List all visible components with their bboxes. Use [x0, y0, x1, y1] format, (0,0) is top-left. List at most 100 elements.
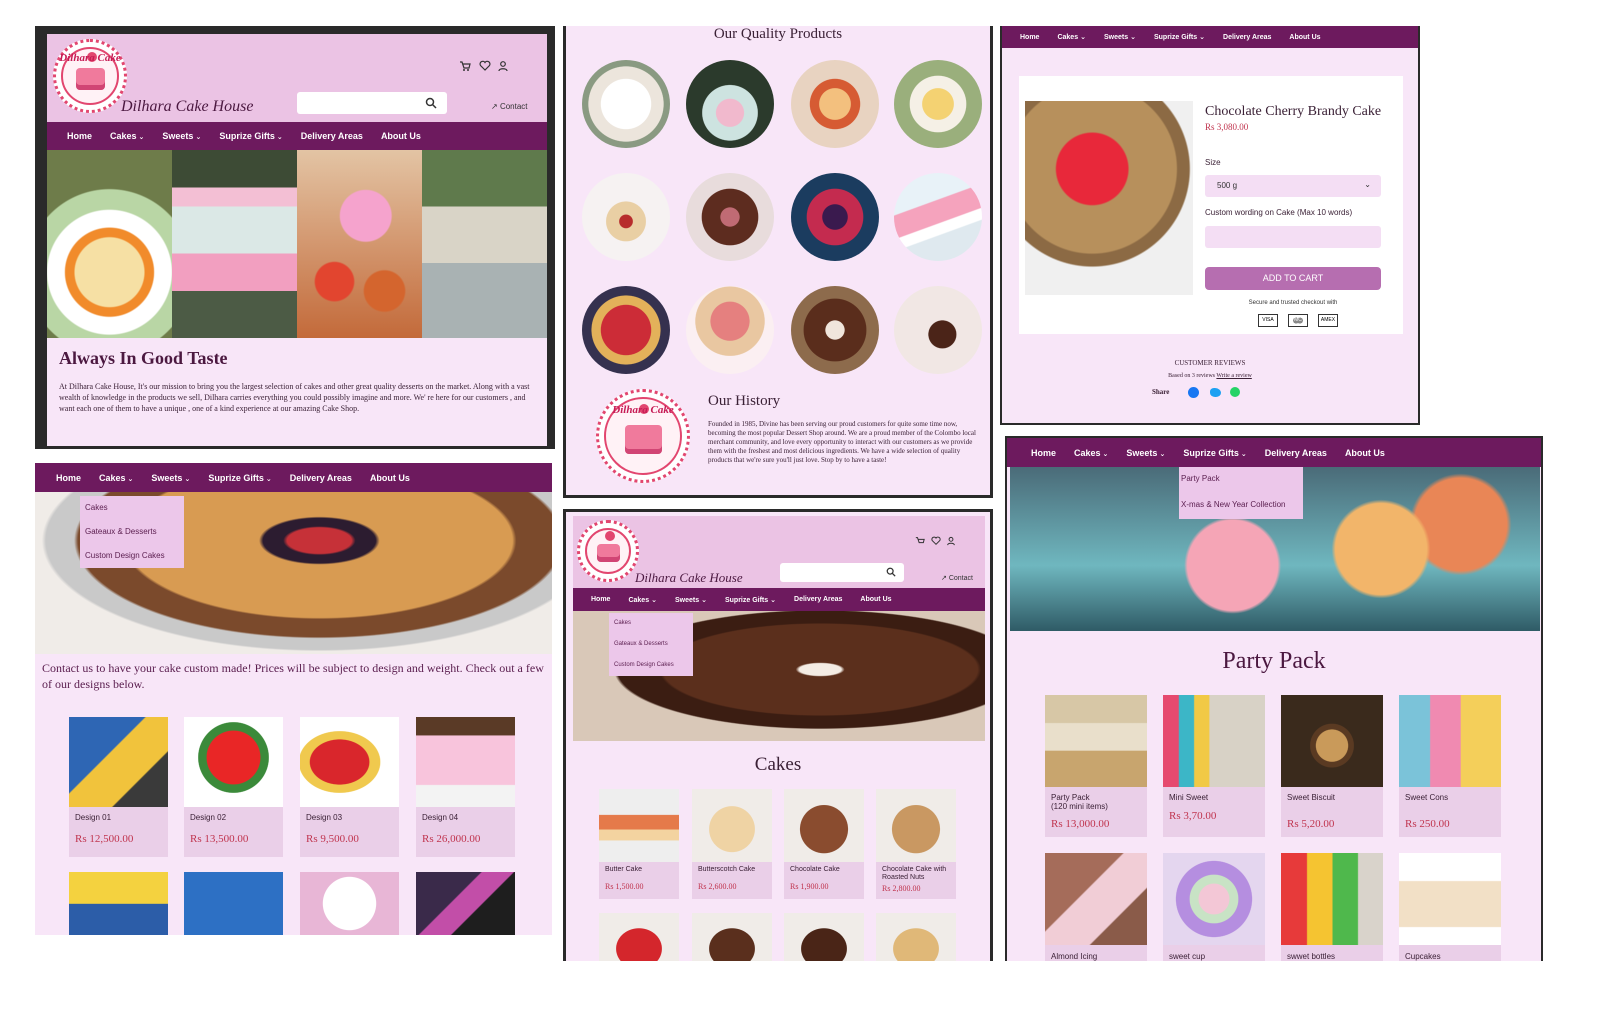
cart-icon[interactable]: [459, 60, 471, 72]
nav-item-about-us[interactable]: About Us: [370, 473, 410, 483]
nav-item-home[interactable]: Home: [56, 473, 81, 483]
hero-photo-teddy-cake: [172, 150, 297, 338]
dropdown-item-custom[interactable]: Custom Design Cakes: [80, 544, 184, 568]
nav-item-delivery-areas[interactable]: Delivery Areas: [290, 473, 352, 483]
heart-icon[interactable]: [931, 536, 941, 546]
search-icon[interactable]: [886, 567, 896, 577]
product-circle-12[interactable]: [894, 286, 982, 374]
nav-item-sweets[interactable]: Sweets ⌄: [1104, 33, 1136, 41]
nav-item-home[interactable]: Home: [1031, 448, 1056, 458]
nav-item-suprize-gifts[interactable]: Suprize Gifts ⌄: [208, 473, 271, 483]
nav-item-sweets[interactable]: Sweets ⌄: [162, 131, 201, 141]
whatsapp-icon[interactable]: [1230, 387, 1240, 397]
nav-item-sweets[interactable]: Sweets ⌄: [675, 596, 707, 604]
party-card-5[interactable]: Almond Icing: [1045, 853, 1147, 961]
search-input[interactable]: [297, 92, 447, 114]
party-card-8[interactable]: Cupcakes: [1399, 853, 1501, 961]
nav-item-suprize-gifts[interactable]: Suprize Gifts ⌄: [725, 596, 776, 604]
cake-card-2[interactable]: Butterscotch Cake Rs 2,600.00: [692, 789, 772, 899]
dropdown-item-gateaux[interactable]: Gateaux & Desserts: [609, 634, 693, 655]
cart-icon[interactable]: [915, 536, 925, 546]
product-circle-2[interactable]: [686, 60, 774, 148]
cake-card-1[interactable]: Butter Cake Rs 1,500.00: [599, 789, 679, 899]
contact-link[interactable]: ↗ Contact: [491, 102, 528, 111]
sweets-dropdown-menu: Party Pack X-mas & New Year Collection: [1179, 467, 1303, 519]
nav-item-cakes[interactable]: Cakes ⌄: [1057, 33, 1086, 41]
product-page-panel: Home Cakes ⌄ Sweets ⌄ Suprize Gifts ⌄ Delivery …: [1000, 26, 1420, 425]
product-circle-11[interactable]: [791, 286, 879, 374]
quality-page-panel: Our Quality Products Dilhara Cake Our Hi…: [563, 26, 993, 498]
nav-item-delivery-areas[interactable]: Delivery Areas: [794, 596, 842, 603]
product-circle-4[interactable]: [894, 60, 982, 148]
nav-item-cakes[interactable]: Cakes ⌄: [1074, 448, 1108, 458]
nav-item-home[interactable]: Home: [1020, 34, 1039, 41]
nav-item-home[interactable]: Home: [67, 131, 92, 141]
party-image-3: [1281, 695, 1383, 787]
party-card-4[interactable]: Sweet Cons Rs 250.00: [1399, 695, 1501, 837]
party-card-6[interactable]: sweet cup: [1163, 853, 1265, 961]
product-circle-3[interactable]: [791, 60, 879, 148]
product-circle-10[interactable]: [686, 286, 774, 374]
dropdown-item-cakes[interactable]: Cakes: [609, 613, 693, 634]
home-content: Always In Good Taste At Dilhara Cake Hou…: [47, 338, 547, 446]
user-icon[interactable]: [497, 60, 509, 72]
nav-item-about-us[interactable]: About Us: [381, 131, 421, 141]
nav-item-delivery-areas[interactable]: Delivery Areas: [1223, 34, 1271, 41]
cake-card-4[interactable]: Chocolate Cake with Roasted Nuts Rs 2,80…: [876, 789, 956, 899]
product-circle-7[interactable]: [791, 173, 879, 261]
party-card-1[interactable]: Party Pack (120 mini items) Rs 13,000.00: [1045, 695, 1147, 837]
wording-input[interactable]: [1205, 226, 1381, 248]
nav-item-sweets[interactable]: Sweets ⌄: [1126, 448, 1165, 458]
party-page-panel: Home Cakes ⌄ Sweets ⌄ Suprize Gifts ⌄ Delivery …: [1005, 436, 1543, 961]
reviews-summary: Based on 3 reviews Write a review: [1168, 373, 1252, 379]
nav-item-delivery-areas[interactable]: Delivery Areas: [1265, 448, 1327, 458]
design-card-2[interactable]: Design 02 Rs 13,500.00: [184, 717, 283, 857]
brand-logo[interactable]: Dilhara Cake: [53, 39, 127, 113]
product-circle-1[interactable]: [582, 60, 670, 148]
party-image-4: [1399, 695, 1501, 787]
dropdown-item-gateaux[interactable]: Gateaux & Desserts: [80, 520, 184, 544]
nav-item-cakes[interactable]: Cakes ⌄: [110, 131, 144, 141]
dropdown-item-cakes[interactable]: Cakes: [80, 496, 184, 520]
size-select[interactable]: 500 g ⌄: [1205, 175, 1381, 197]
cake-card-3[interactable]: Chocolate Cake Rs 1,900.00: [784, 789, 864, 899]
nav-item-suprize-gifts[interactable]: Suprize Gifts ⌄: [1154, 33, 1205, 41]
add-to-cart-button[interactable]: ADD TO CART: [1205, 267, 1381, 290]
nav-item-about-us[interactable]: About Us: [860, 596, 891, 603]
product-circle-9[interactable]: [582, 286, 670, 374]
nav-item-cakes[interactable]: Cakes ⌄: [628, 596, 657, 604]
nav-item-delivery-areas[interactable]: Delivery Areas: [301, 131, 363, 141]
twitter-icon[interactable]: [1210, 388, 1221, 397]
dropdown-item-xmas[interactable]: X-mas & New Year Collection: [1179, 493, 1303, 519]
design-card-4[interactable]: Design 04 Rs 26,000.00: [416, 717, 515, 857]
search-icon[interactable]: [425, 97, 437, 109]
product-circle-6[interactable]: [686, 173, 774, 261]
contact-link-small[interactable]: ↗ Contact: [941, 574, 973, 582]
product-circle-5[interactable]: [582, 173, 670, 261]
chevron-down-icon: ⌄: [1080, 34, 1086, 41]
write-review-link[interactable]: Write a review: [1216, 373, 1251, 379]
brand-logo-small[interactable]: [577, 520, 639, 582]
nav-item-suprize-gifts[interactable]: Suprize Gifts ⌄: [1183, 448, 1246, 458]
design-card-1[interactable]: Design 01 Rs 12,500.00: [69, 717, 168, 857]
party-card-3[interactable]: Sweet Biscuit Rs 5,20.00: [1281, 695, 1383, 837]
dropdown-item-party-pack[interactable]: Party Pack: [1179, 467, 1303, 493]
nav-item-home[interactable]: Home: [591, 596, 610, 603]
secure-checkout-text: Secure and trusted checkout with: [1248, 300, 1338, 306]
facebook-icon[interactable]: [1188, 387, 1199, 398]
search-input-small[interactable]: [780, 563, 904, 582]
design-card-3[interactable]: Design 03 Rs 9,500.00: [300, 717, 399, 857]
heart-icon[interactable]: [479, 60, 491, 72]
dropdown-item-custom[interactable]: Custom Design Cakes: [609, 655, 693, 676]
party-card-7[interactable]: swwet bottles: [1281, 853, 1383, 961]
party-image-1: [1045, 695, 1147, 787]
product-circle-8[interactable]: [894, 173, 982, 261]
nav-item-sweets[interactable]: Sweets ⌄: [151, 473, 190, 483]
user-icon[interactable]: [946, 536, 956, 546]
nav-item-about-us[interactable]: About Us: [1345, 448, 1385, 458]
nav-item-about-us[interactable]: About Us: [1289, 34, 1320, 41]
nav-item-cakes[interactable]: Cakes ⌄: [99, 473, 133, 483]
nav-item-suprize-gifts[interactable]: Suprize Gifts ⌄: [219, 131, 282, 141]
party-card-2[interactable]: Mini Sweet Rs 3,70.00: [1163, 695, 1265, 837]
custom-intro-text: Contact us to have your cake custom made…: [42, 661, 544, 691]
